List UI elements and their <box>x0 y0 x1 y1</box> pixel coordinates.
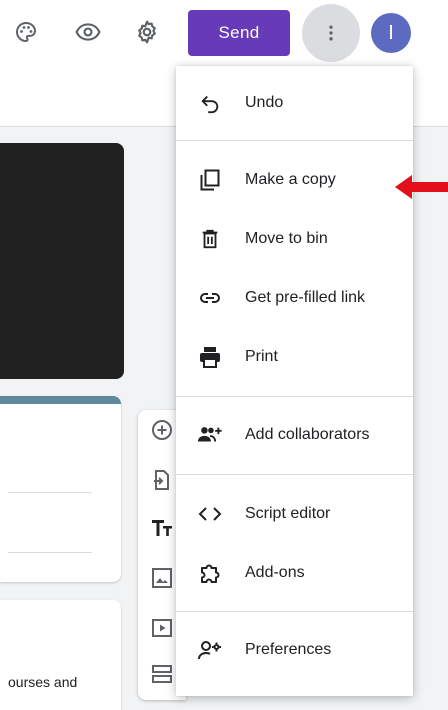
question-text: ourses and <box>8 674 78 690</box>
menu-item-move-to-bin[interactable]: Move to bin <box>176 217 413 261</box>
more-vert-icon <box>329 25 333 41</box>
divider <box>8 492 92 493</box>
copy-icon <box>197 167 223 193</box>
menu-item-label: Undo <box>245 94 284 111</box>
menu-item-label: Script editor <box>245 505 331 522</box>
link-icon <box>197 285 223 311</box>
menu-item-print[interactable]: Print <box>176 335 413 379</box>
menu-item-script-editor[interactable]: Script editor <box>176 492 413 536</box>
more-options-menu: Undo Make a copy Move to bin Get pre-fil… <box>176 66 413 696</box>
avatar[interactable]: I <box>371 13 411 53</box>
menu-item-label: Move to bin <box>245 230 328 247</box>
trash-icon <box>197 226 223 252</box>
palette-icon[interactable] <box>10 16 42 48</box>
menu-item-label: Print <box>245 348 278 365</box>
menu-item-undo[interactable]: Undo <box>176 81 413 125</box>
divider <box>176 396 413 397</box>
form-title-card[interactable] <box>0 396 121 582</box>
annotation-arrow-icon <box>395 175 448 199</box>
menu-item-label: Get pre-filled link <box>245 289 366 306</box>
gear-icon[interactable] <box>131 16 163 48</box>
menu-item-label: Add-ons <box>245 564 305 581</box>
printer-icon <box>197 344 223 370</box>
menu-item-get-pre-filled-link[interactable]: Get pre-filled link <box>176 276 413 320</box>
video-icon[interactable] <box>148 614 176 642</box>
menu-item-label: Preferences <box>245 641 332 658</box>
menu-item-preferences[interactable]: Preferences <box>176 628 413 672</box>
divider <box>176 611 413 612</box>
menu-item-label: Add collaborators <box>245 426 370 443</box>
image-icon[interactable] <box>148 564 176 592</box>
menu-item-make-a-copy[interactable]: Make a copy <box>176 158 413 202</box>
import-icon[interactable] <box>148 466 176 494</box>
send-button[interactable]: Send <box>188 10 290 56</box>
undo-icon <box>197 90 223 116</box>
header-image-card <box>0 143 124 379</box>
eye-icon[interactable] <box>72 16 104 48</box>
title-icon[interactable] <box>148 514 176 542</box>
add-circle-icon[interactable] <box>148 416 176 444</box>
divider <box>8 552 92 553</box>
question-card[interactable]: ourses and <box>0 600 121 710</box>
add-people-icon <box>197 422 223 448</box>
menu-item-add-collaborators[interactable]: Add collaborators <box>176 413 413 457</box>
section-icon[interactable] <box>148 660 176 688</box>
divider <box>176 474 413 475</box>
code-icon <box>197 501 223 527</box>
divider <box>176 140 413 141</box>
menu-item-add-ons[interactable]: Add-ons <box>176 551 413 595</box>
more-options-button[interactable] <box>302 4 360 62</box>
person-settings-icon <box>197 637 223 663</box>
menu-item-label: Make a copy <box>245 171 336 188</box>
puzzle-icon <box>197 560 223 586</box>
